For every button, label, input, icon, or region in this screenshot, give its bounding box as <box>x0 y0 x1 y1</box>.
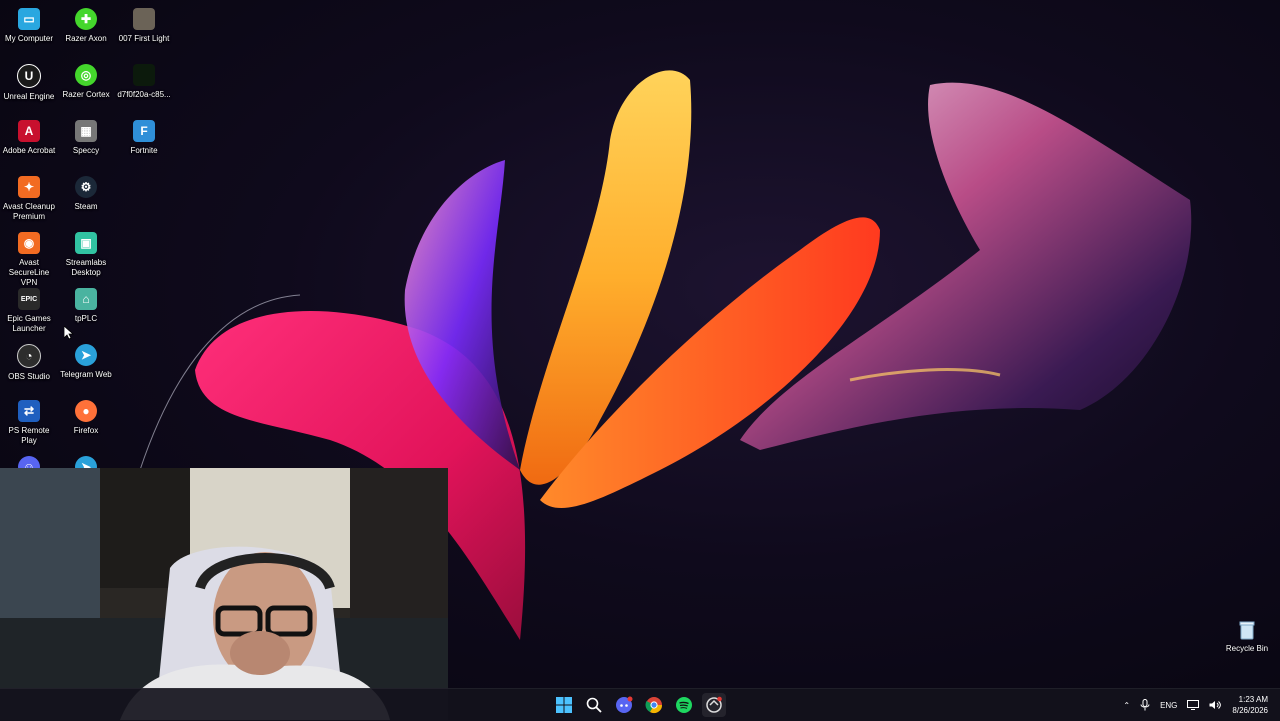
clock-date: 8/26/2026 <box>1232 706 1268 715</box>
acrobat-icon: A <box>18 120 40 142</box>
webcam-overlay <box>0 468 448 720</box>
streamlabs-icon: ▣ <box>75 232 97 254</box>
tray-volume[interactable] <box>1204 689 1226 721</box>
desktop-icon-telegram-web[interactable]: ➤ Telegram Web <box>57 340 115 380</box>
steam-icon: ⚙ <box>75 176 97 198</box>
start-button[interactable] <box>552 693 576 717</box>
file-icon <box>133 64 155 86</box>
monitor-icon: ▭ <box>18 8 40 30</box>
tray-microphone[interactable] <box>1135 689 1155 721</box>
desktop-icon-avast-cleanup[interactable]: ✦ Avast Cleanup Premium <box>0 172 58 222</box>
desktop-icon-unreal-engine[interactable]: U Unreal Engine <box>0 60 58 102</box>
tray-clock[interactable]: 1:23 AM 8/26/2026 <box>1226 694 1280 716</box>
spotify-icon <box>676 697 692 713</box>
desktop-icon-fortnite[interactable]: F Fortnite <box>115 116 173 156</box>
telegram-icon: ➤ <box>75 344 97 366</box>
chevron-up-icon: ⌃ <box>1123 700 1131 710</box>
network-icon <box>1187 700 1200 710</box>
clock-time: 1:23 AM <box>1238 695 1268 704</box>
system-tray: ⌃ ENG 1:23 AM 8/26/2026 <box>1118 689 1280 721</box>
volume-icon <box>1209 701 1222 709</box>
game-007-icon <box>133 8 155 30</box>
desktop-icon-obs[interactable]: ◔ OBS Studio <box>0 340 58 382</box>
ps-remote-play-icon: ⇄ <box>18 400 40 422</box>
desktop-icon-speccy[interactable]: ▦ Speccy <box>57 116 115 156</box>
tray-network[interactable] <box>1182 689 1204 721</box>
unreal-engine-icon: U <box>17 64 41 88</box>
desktop-icon-007-first-light[interactable]: 007 First Light <box>115 4 173 44</box>
desktop-icon-razer-axon[interactable]: ✚ Razer Axon <box>57 4 115 44</box>
chrome-icon <box>645 697 663 714</box>
desktop-icon-adobe-acrobat[interactable]: A Adobe Acrobat <box>0 116 58 156</box>
desktop-icon-recycle-bin[interactable]: Recycle Bin <box>1218 620 1276 653</box>
desktop-icon-razer-cortex[interactable]: ◎ Razer Cortex <box>57 60 115 100</box>
search-button[interactable] <box>582 693 606 717</box>
desktop-icon-steam[interactable]: ⚙ Steam <box>57 172 115 212</box>
taskbar-apps <box>552 689 726 721</box>
mouse-cursor-icon <box>64 326 74 340</box>
taskbar: ⌃ ENG 1:23 AM 8/26/2026 <box>0 688 1280 721</box>
speccy-icon: ▦ <box>75 120 97 142</box>
fortnite-icon: F <box>133 120 155 142</box>
desktop-icon-avast-vpn[interactable]: ◉ Avast SecureLine VPN <box>0 228 58 288</box>
obs-icon: ◔ <box>17 344 41 368</box>
webcam-feed <box>0 468 448 720</box>
microphone-icon <box>1140 699 1150 711</box>
tpplc-icon: ⌂ <box>75 288 97 310</box>
desktop-icon-streamlabs[interactable]: ▣ Streamlabs Desktop <box>57 228 115 278</box>
desktop-icon-my-computer[interactable]: ▭ My Computer <box>0 4 58 44</box>
taskbar-discord[interactable] <box>612 693 636 717</box>
avast-cleanup-icon: ✦ <box>18 176 40 198</box>
tray-language[interactable]: ENG <box>1155 689 1182 721</box>
app-icon <box>706 696 722 713</box>
recycle-bin-icon <box>1239 621 1255 640</box>
desktop-icon-firefox[interactable]: ● Firefox <box>57 396 115 436</box>
taskbar-app[interactable] <box>702 693 726 717</box>
desktop-icon-ps-remote-play[interactable]: ⇄ PS Remote Play <box>0 396 58 446</box>
discord-icon <box>616 696 633 713</box>
taskbar-spotify[interactable] <box>672 693 696 717</box>
desktop-icon-tpplc[interactable]: ⌂ tpPLC <box>57 284 115 324</box>
firefox-icon: ● <box>75 400 97 422</box>
razer-cortex-icon: ◎ <box>75 64 97 86</box>
taskbar-chrome[interactable] <box>642 693 666 717</box>
windows-start-icon <box>556 697 572 713</box>
desktop-icon-file[interactable]: d7f0f20a-c85... <box>115 60 173 100</box>
desktop-icon-epic-games[interactable]: EPIC Epic Games Launcher <box>0 284 58 334</box>
avast-vpn-icon: ◉ <box>18 232 40 254</box>
epic-games-icon: EPIC <box>18 288 40 310</box>
search-icon <box>586 697 602 713</box>
tray-overflow-button[interactable]: ⌃ <box>1118 689 1135 721</box>
razer-axon-icon: ✚ <box>75 8 97 30</box>
